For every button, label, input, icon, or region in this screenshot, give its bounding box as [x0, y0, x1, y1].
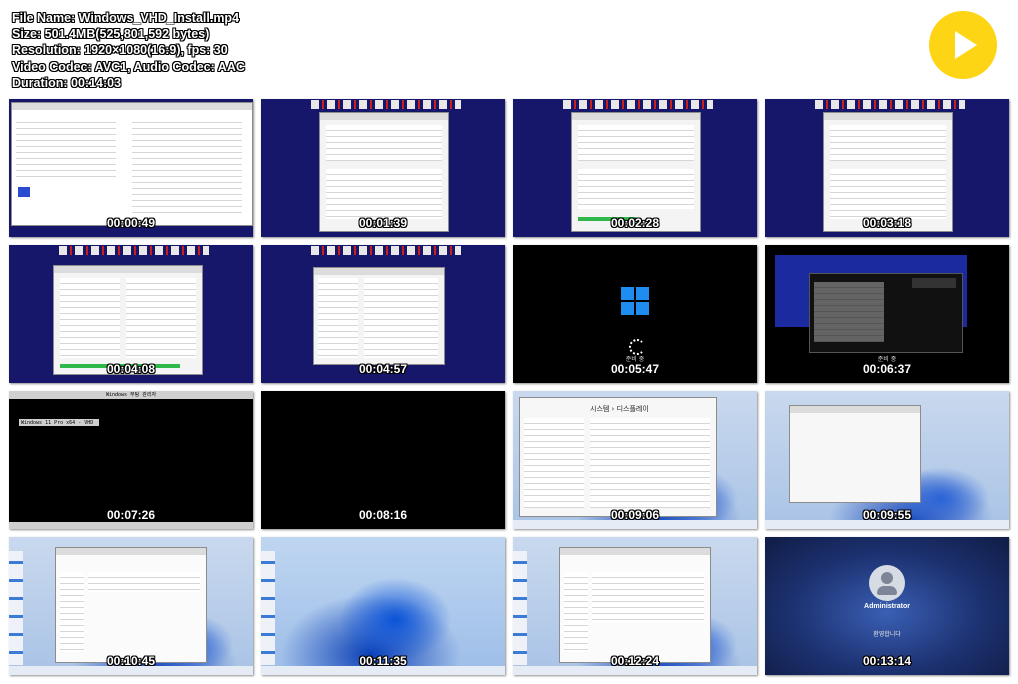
thumbnail[interactable]: 00:02:28	[513, 99, 757, 237]
codec: Video Codec: AVC1, Audio Codec: AAC	[12, 59, 245, 74]
thumbnail[interactable]: 00:08:16	[261, 391, 505, 529]
timestamp: 00:03:18	[862, 216, 912, 230]
thumbnail[interactable]: 준비 중 00:05:47	[513, 245, 757, 383]
thumbnail[interactable]: 00:11:35	[261, 537, 505, 675]
settings-title: 시스템 › 디스플레이	[590, 405, 649, 413]
thumbnail[interactable]: Administrator 환영합니다 00:13:14	[765, 537, 1009, 675]
timestamp: 00:02:28	[610, 216, 660, 230]
file-size: Size: 501.4MB(525,801,592 bytes)	[12, 27, 210, 42]
loading-spinner-icon	[629, 339, 645, 355]
resolution: Resolution: 1920×1080(16:9), fps: 30	[12, 43, 228, 58]
thumbnail[interactable]: 00:09:55	[765, 391, 1009, 529]
file-info: File Name: Windows_VHD_Install.mp4 Size:…	[12, 10, 245, 91]
thumbnail[interactable]: 00:04:08	[9, 245, 253, 383]
timestamp: 00:13:14	[862, 654, 912, 668]
timestamp: 00:09:06	[610, 508, 660, 522]
timestamp: 00:12:24	[610, 654, 660, 668]
thumbnail[interactable]: 00:10:45	[9, 537, 253, 675]
timestamp: 00:11:35	[359, 654, 407, 668]
timestamp: 00:05:47	[610, 362, 660, 376]
thumbnail[interactable]: 00:12:24	[513, 537, 757, 675]
windows-logo-icon	[621, 287, 649, 315]
thumbnail[interactable]: 00:03:18	[765, 99, 1009, 237]
timestamp: 00:04:57	[358, 362, 408, 376]
timestamp: 00:09:55	[862, 508, 912, 522]
duration: Duration: 00:14:03	[12, 75, 122, 90]
file-name: File Name: Windows_VHD_Install.mp4	[12, 11, 240, 25]
boot-manager-title: Windows 부팅 관리자	[105, 392, 157, 398]
thumbnail[interactable]: 00:04:57	[261, 245, 505, 383]
boot-entry[interactable]: Windows 11 Pro x64 - VHD	[21, 420, 93, 426]
user-avatar-icon	[869, 565, 905, 601]
timestamp: 00:10:45	[106, 654, 156, 668]
timestamp: 00:01:39	[358, 216, 408, 230]
thumbnail[interactable]: 시스템 › 디스플레이 00:09:06	[513, 391, 757, 529]
timestamp: 00:07:26	[106, 508, 156, 522]
lock-username: Administrator	[864, 603, 910, 610]
timestamp: 00:08:16	[358, 508, 408, 522]
timestamp: 00:00:49	[106, 216, 156, 230]
lock-status: 환영합니다	[873, 632, 901, 638]
play-icon[interactable]	[929, 11, 997, 79]
thumbnail[interactable]: 00:00:49	[9, 99, 253, 237]
timestamp: 00:06:37	[862, 362, 912, 376]
thumbnail[interactable]: Windows 부팅 관리자 Windows 11 Pro x64 - VHD …	[9, 391, 253, 529]
thumbnail[interactable]: 준비 중 00:06:37	[765, 245, 1009, 383]
thumbnail[interactable]: 00:01:39	[261, 99, 505, 237]
timestamp: 00:04:08	[106, 362, 156, 376]
